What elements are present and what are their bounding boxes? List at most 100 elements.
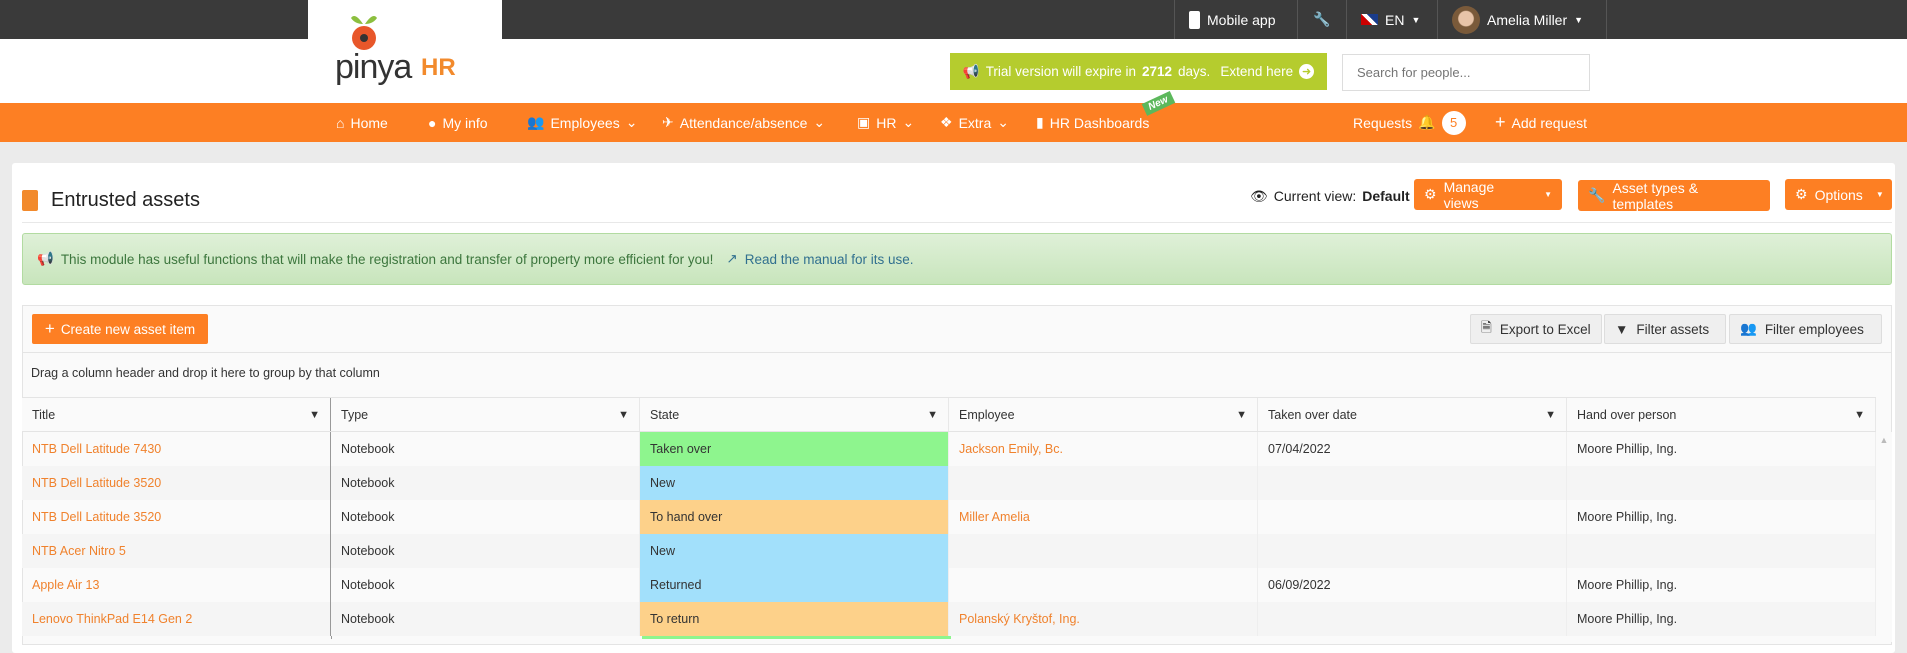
column-header[interactable]: Title ▼ <box>22 398 331 431</box>
cell-handover <box>1567 466 1876 500</box>
scroll-up-arrow-icon: ▲ <box>1879 435 1889 445</box>
current-view: 👁 Current view: Default <box>1250 187 1410 205</box>
wrench-icon: 🔧 <box>1313 11 1331 27</box>
cell-title[interactable]: NTB Dell Latitude 7430 <box>22 432 331 466</box>
column-title: Taken over date <box>1268 407 1357 422</box>
nav-hr-dashboards[interactable]: ▮ HR Dashboards <box>1036 103 1149 142</box>
caret-down-icon: ▼ <box>1875 190 1884 199</box>
nav-home[interactable]: ⌂ Home <box>336 103 388 142</box>
caret-down-icon: ▼ <box>1544 190 1552 199</box>
column-header[interactable]: Employee ▼ <box>949 398 1258 431</box>
group-by-drop-zone[interactable]: Drag a column header and drop it here to… <box>31 366 380 380</box>
caret-down-icon: ▼ <box>1411 14 1421 25</box>
cell-type: Notebook <box>331 568 640 602</box>
export-excel-button[interactable]: 🗎 Export to Excel <box>1470 314 1602 344</box>
table-row[interactable]: NTB Dell Latitude 3520 Notebook New <box>22 466 1876 500</box>
plane-icon: ✈ <box>662 114 674 130</box>
page-title: Entrusted assets <box>51 189 200 211</box>
cell-handover: Moore Phillip, Ing. <box>1567 432 1876 466</box>
cell-employee[interactable] <box>949 534 1258 568</box>
filter-icon[interactable]: ▼ <box>1854 409 1865 421</box>
column-header[interactable]: State ▼ <box>640 398 949 431</box>
cell-type: Notebook <box>331 432 640 466</box>
search-people-input[interactable] <box>1342 54 1590 91</box>
cell-state: New <box>640 466 949 500</box>
cell-date <box>1258 602 1567 636</box>
info-alert: 📢 This module has useful functions that w… <box>22 233 1892 285</box>
filter-icon[interactable]: ▼ <box>309 409 320 421</box>
cell-employee[interactable]: Miller Amelia <box>949 500 1258 534</box>
table-row[interactable]: NTB Dell Latitude 7430 Notebook Taken over… <box>22 432 1876 466</box>
cell-date: 07/04/2022 <box>1258 432 1567 466</box>
pinya-hr-logo[interactable]: pinya HR <box>335 12 495 90</box>
users-icon: 👥 <box>527 114 545 130</box>
user-menu[interactable]: Amelia Miller ▼ <box>1437 0 1607 39</box>
column-header[interactable]: Hand over person ▼ <box>1567 398 1876 431</box>
requests-link[interactable]: Requests 🔔 5 <box>1353 103 1466 142</box>
cell-employee[interactable]: Jackson Emily, Bc. <box>949 432 1258 466</box>
column-title: Employee <box>959 407 1015 422</box>
cell-employee[interactable] <box>949 568 1258 602</box>
cell-title[interactable]: NTB Acer Nitro 5 <box>22 534 331 568</box>
excel-file-icon: 🗎 <box>1481 319 1492 335</box>
gear-icon: ⚙ <box>1795 186 1808 202</box>
filter-employees-button[interactable]: 👥 Filter employees <box>1729 314 1882 344</box>
cubes-icon: ❖ <box>940 114 953 130</box>
options-button[interactable]: ⚙ Options ▼ <box>1785 179 1892 210</box>
gear-icon: ⚙ <box>1424 186 1437 202</box>
manual-link[interactable]: Read the manual for its use. <box>745 252 914 267</box>
nav-hr[interactable]: ▣ HR ⌄ <box>857 103 914 142</box>
cell-type: Notebook <box>331 500 640 534</box>
table-row[interactable]: NTB Acer Nitro 5 Notebook New <box>22 534 1876 568</box>
wrench-icon: 🔧 <box>1588 187 1606 203</box>
nav-my-info[interactable]: ● My info <box>428 103 488 142</box>
cell-date: 06/09/2022 <box>1258 568 1567 602</box>
chevron-down-icon: ⌄ <box>813 114 826 130</box>
cell-state: To return <box>640 602 949 636</box>
cell-title[interactable]: NTB Dell Latitude 3520 <box>22 500 331 534</box>
column-title: State <box>650 407 680 422</box>
column-header[interactable]: Taken over date ▼ <box>1258 398 1567 431</box>
table-row[interactable]: Apple Air 13 Notebook Returned 06/09/2022 Mo… <box>22 568 1876 602</box>
create-asset-button[interactable]: + Create new asset item <box>32 314 208 344</box>
nav-extra[interactable]: ❖ Extra ⌄ <box>940 103 1009 142</box>
add-request-link[interactable]: + Add request <box>1495 103 1587 142</box>
arrow-circle-right-icon: ➜ <box>1299 64 1315 79</box>
cell-title[interactable]: NTB Dell Latitude 3520 <box>22 466 331 500</box>
table-row[interactable]: NTB Dell Latitude 3520 Notebook To hand ov… <box>22 500 1876 534</box>
divider <box>22 352 1892 353</box>
vertical-scrollbar[interactable]: ▲ <box>1876 432 1892 642</box>
external-link-icon: ↗ <box>726 251 738 266</box>
column-title: Hand over person <box>1577 407 1677 422</box>
nav-attendance[interactable]: ✈ Attendance/absence ⌄ <box>662 103 825 142</box>
trial-banner[interactable]: 📢 Trial version will expire in 2712 days. Ex… <box>950 53 1327 90</box>
chevron-down-icon: ⌄ <box>902 114 915 130</box>
users-icon: 👥 <box>1740 321 1757 336</box>
cell-state: New <box>640 534 949 568</box>
cell-type: Notebook <box>331 534 640 568</box>
language-dropdown[interactable]: EN ▼ <box>1346 0 1434 39</box>
filter-assets-button[interactable]: ▼ Filter assets <box>1604 314 1726 344</box>
manage-views-button[interactable]: ⚙ Manage views ▼ <box>1414 179 1562 211</box>
bell-icon: 🔔 <box>1418 114 1436 130</box>
table-header: Title ▼ Type ▼ State ▼ Employee ▼ Taken over dat… <box>22 397 1876 432</box>
cell-employee[interactable] <box>949 466 1258 500</box>
cell-handover: Moore Phillip, Ing. <box>1567 568 1876 602</box>
settings-wrench-button[interactable]: 🔧 <box>1297 0 1346 39</box>
chevron-down-icon: ⌄ <box>625 114 638 130</box>
nav-employees[interactable]: 👥 Employees ⌄ <box>527 103 637 142</box>
filter-icon[interactable]: ▼ <box>1236 409 1247 421</box>
id-card-icon: ▣ <box>857 114 871 130</box>
column-title: Type <box>341 407 369 422</box>
cell-employee[interactable]: Polanský Kryštof, Ing. <box>949 602 1258 636</box>
filter-icon[interactable]: ▼ <box>927 409 938 421</box>
table-row[interactable]: Lenovo ThinkPad E14 Gen 2 Notebook To retu… <box>22 602 1876 636</box>
cell-title[interactable]: Lenovo ThinkPad E14 Gen 2 <box>22 602 331 636</box>
cell-title[interactable]: Apple Air 13 <box>22 568 331 602</box>
filter-icon[interactable]: ▼ <box>1545 409 1556 421</box>
column-header[interactable]: Type ▼ <box>331 398 640 431</box>
mobile-app-link[interactable]: Mobile app <box>1174 0 1290 39</box>
filter-icon[interactable]: ▼ <box>618 409 629 421</box>
chevron-down-icon: ⌄ <box>997 114 1009 130</box>
asset-types-button[interactable]: 🔧 Asset types & templates <box>1578 180 1770 212</box>
